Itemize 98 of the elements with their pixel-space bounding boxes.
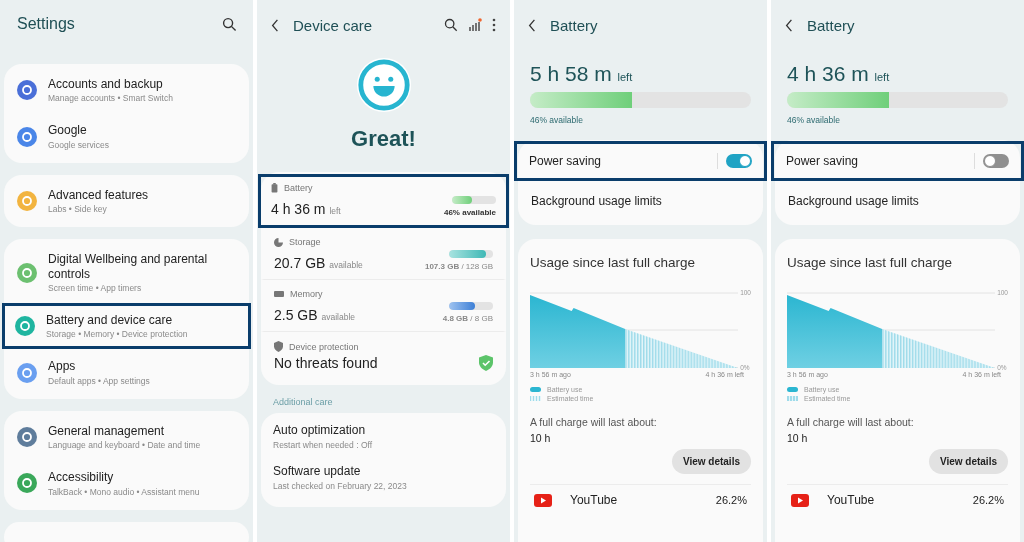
app-row[interactable]: YouTube 26.2% xyxy=(787,485,1008,515)
settings-item[interactable]: Accounts and backup Manage accounts • Smart Switch xyxy=(4,67,249,114)
legend-swatch xyxy=(787,396,798,401)
row-value: 20.7 GB available xyxy=(274,255,363,271)
app-row[interactable]: YouTube 26.2% xyxy=(530,485,751,515)
legend-swatch xyxy=(530,387,541,392)
pie-icon xyxy=(274,237,283,247)
row-value: 2.5 GB available xyxy=(274,307,356,323)
item-subtitle: Manage accounts • Smart Switch xyxy=(48,93,173,104)
search-icon[interactable] xyxy=(222,16,237,32)
item-title: Battery and device care xyxy=(46,312,174,328)
bar-chart-icon[interactable] xyxy=(468,18,482,32)
item-subtitle: Storage • Memory • Device protection xyxy=(46,329,188,340)
item-title: Advanced features xyxy=(48,187,149,203)
status-title: Great! xyxy=(350,126,417,152)
row-value: 4 h 36 m left xyxy=(271,201,341,217)
row-value: No threats found xyxy=(274,355,378,371)
view-details-button[interactable]: View details xyxy=(671,449,751,474)
play-icon xyxy=(791,493,809,507)
row-label: Memory xyxy=(290,289,323,299)
item-subtitle: Labs • Side key xyxy=(48,204,108,215)
screen-title: Battery xyxy=(807,16,855,34)
settings-item[interactable]: General management Language and keyboard • Date and time xyxy=(4,413,249,461)
full-charge-value: 10 h xyxy=(530,432,552,444)
item-title: General management xyxy=(48,423,166,439)
item-subtitle: Google services xyxy=(48,139,109,150)
care-row[interactable]: Device protection No threats found xyxy=(261,332,506,379)
chip-icon xyxy=(274,290,284,298)
battery-percent: 46% available xyxy=(530,115,584,125)
more-icon[interactable] xyxy=(492,18,496,32)
settings-item[interactable]: Google Google services xyxy=(4,113,249,160)
battery-percent: 46% available xyxy=(787,115,841,125)
care-row[interactable]: Battery 4 h 36 m left 46% available xyxy=(258,174,509,228)
search-icon[interactable] xyxy=(444,18,458,32)
section-header: Additional care xyxy=(273,397,334,407)
time-remaining: 5 h 58 m left xyxy=(530,62,634,86)
option-row[interactable]: Background usage limits xyxy=(518,181,763,221)
screen-title: Settings xyxy=(17,15,75,33)
care-item[interactable]: Auto optimization Restart when needed : Off xyxy=(261,419,506,460)
toggle-switch[interactable] xyxy=(983,154,1009,168)
view-details-button[interactable]: View details xyxy=(928,449,1008,474)
item-title: Accounts and backup xyxy=(48,77,164,92)
toggle-switch[interactable] xyxy=(726,154,752,168)
usage-reading: 107.3 GB / 128 GB xyxy=(424,262,493,271)
usage-reading: 4.8 GB / 8 GB xyxy=(442,314,493,323)
card-title: Usage since last full charge xyxy=(530,255,697,270)
usage-reading: 46% available xyxy=(443,208,496,217)
item-subtitle: Last checked on February 22, 2023 xyxy=(273,481,408,491)
app-percent: 26.2% xyxy=(715,494,747,506)
item-title: Digital Wellbeing and parental controls xyxy=(48,252,209,281)
app-percent: 26.2% xyxy=(972,494,1004,506)
option-label: Background usage limits xyxy=(788,194,920,208)
item-subtitle: Language and keyboard • Date and time xyxy=(48,440,201,451)
screen-title: Battery xyxy=(550,16,598,34)
play-icon xyxy=(534,493,552,507)
settings-item[interactable]: Advanced features Labs • Side key xyxy=(4,177,249,225)
item-title: Auto optimization xyxy=(273,423,367,437)
item-subtitle: Screen time • App timers xyxy=(48,282,143,293)
battery-icon xyxy=(271,183,278,193)
time-remaining: 4 h 36 m left xyxy=(787,62,891,86)
settings-item[interactable]: Accessibility TalkBack • Mono audio • Assistant menu xyxy=(4,460,249,507)
full-charge-label: A full charge will last about: xyxy=(787,416,915,428)
option-label: Background usage limits xyxy=(531,194,663,208)
smiley-icon xyxy=(354,56,413,114)
settings-item[interactable]: Apps Default apps • App settings xyxy=(4,349,249,396)
row-label: Battery xyxy=(284,183,313,193)
care-row[interactable]: Storage 20.7 GB available 107.3 GB / 128 GB xyxy=(261,228,506,280)
option-row[interactable]: Power saving xyxy=(514,141,767,181)
row-label: Device protection xyxy=(289,341,359,352)
app-name: YouTube xyxy=(570,493,619,507)
full-charge-label: A full charge will last about: xyxy=(530,416,658,428)
back-icon[interactable] xyxy=(785,18,793,32)
option-label: Power saving xyxy=(786,154,860,168)
legend-swatch xyxy=(530,396,541,401)
shield-icon xyxy=(274,341,283,352)
full-charge-value: 10 h xyxy=(787,432,809,444)
card-title: Usage since last full charge xyxy=(787,255,954,270)
item-subtitle: TalkBack • Mono audio • Assistant menu xyxy=(48,486,200,497)
screen-title: Device care xyxy=(293,16,373,34)
item-title: Apps xyxy=(48,359,77,374)
item-title: Accessibility xyxy=(48,470,115,485)
row-label: Storage xyxy=(289,237,321,247)
care-row[interactable]: Memory 2.5 GB available 4.8 GB / 8 GB xyxy=(261,280,506,332)
option-label: Power saving xyxy=(529,154,603,168)
app-name: YouTube xyxy=(827,493,876,507)
settings-item[interactable]: Battery and device care Storage • Memory • Device protection xyxy=(2,302,251,350)
back-icon[interactable] xyxy=(271,18,279,32)
option-row[interactable]: Background usage limits xyxy=(775,181,1020,221)
back-icon[interactable] xyxy=(528,18,536,32)
legend-swatch xyxy=(787,387,798,392)
option-row[interactable]: Power saving xyxy=(771,141,1024,181)
item-subtitle: Restart when needed : Off xyxy=(273,440,374,450)
item-subtitle: Default apps • App settings xyxy=(48,375,150,386)
care-item[interactable]: Software update Last checked on February 22, 2023 xyxy=(261,460,506,501)
settings-item[interactable]: Digital Wellbeing and parental controls Screen time • App timers xyxy=(4,242,249,303)
item-title: Google xyxy=(48,123,88,138)
shield-check-icon xyxy=(479,355,493,371)
item-title: Software update xyxy=(273,464,362,478)
